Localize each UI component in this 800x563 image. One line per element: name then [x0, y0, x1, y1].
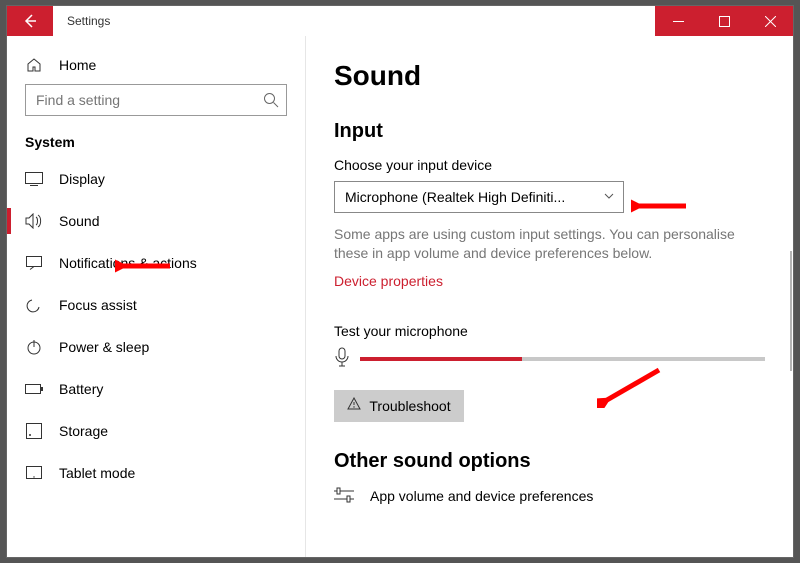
- close-button[interactable]: [747, 6, 793, 36]
- display-icon: [25, 170, 43, 188]
- sidebar-item-label: Sound: [59, 213, 99, 229]
- section-heading: System: [7, 130, 305, 158]
- sidebar-item-display[interactable]: Display: [7, 158, 305, 200]
- choose-input-label: Choose your input device: [334, 157, 765, 173]
- scrollbar[interactable]: [790, 251, 792, 371]
- mic-level-fill: [360, 357, 522, 361]
- mic-test-row: [334, 347, 765, 372]
- sliders-icon: [334, 487, 354, 506]
- settings-window: Settings Home: [6, 5, 794, 558]
- search-input[interactable]: [25, 84, 287, 116]
- home-icon: [25, 56, 43, 74]
- sidebar-item-notifications[interactable]: Notifications & actions: [7, 242, 305, 284]
- input-description: Some apps are using custom input setting…: [334, 225, 764, 263]
- input-device-select[interactable]: Microphone (Realtek High Definiti...: [334, 181, 624, 213]
- window-body: Home System Display Sound: [7, 36, 793, 557]
- sound-icon: [25, 212, 43, 230]
- maximize-button[interactable]: [701, 6, 747, 36]
- sidebar-item-power-sleep[interactable]: Power & sleep: [7, 326, 305, 368]
- sidebar-item-label: Battery: [59, 381, 103, 397]
- search-wrapper: [7, 84, 305, 130]
- chevron-down-icon: [603, 189, 615, 205]
- sidebar-item-tablet-mode[interactable]: Tablet mode: [7, 452, 305, 494]
- sidebar-item-label: Tablet mode: [59, 465, 135, 481]
- content-area: Sound Input Choose your input device Mic…: [306, 36, 793, 557]
- battery-icon: [25, 380, 43, 398]
- input-heading: Input: [334, 120, 765, 143]
- device-properties-link[interactable]: Device properties: [334, 273, 443, 289]
- page-title: Sound: [334, 60, 765, 92]
- notifications-icon: [25, 254, 43, 272]
- app-volume-option[interactable]: App volume and device preferences: [334, 487, 765, 506]
- sidebar-item-label: Storage: [59, 423, 108, 439]
- title-bar: Settings: [7, 6, 793, 36]
- focus-assist-icon: [25, 296, 43, 314]
- sidebar-item-sound[interactable]: Sound: [7, 200, 305, 242]
- troubleshoot-button[interactable]: Troubleshoot: [334, 390, 464, 422]
- warning-icon: [347, 397, 361, 414]
- microphone-icon: [334, 347, 350, 372]
- sidebar: Home System Display Sound: [7, 36, 305, 557]
- sidebar-item-battery[interactable]: Battery: [7, 368, 305, 410]
- sidebar-item-label: Focus assist: [59, 297, 137, 313]
- storage-icon: [25, 422, 43, 440]
- search-icon: [263, 92, 279, 113]
- close-icon: [765, 16, 776, 27]
- home-button[interactable]: Home: [7, 50, 305, 84]
- troubleshoot-label: Troubleshoot: [369, 398, 450, 414]
- sidebar-item-label: Power & sleep: [59, 339, 149, 355]
- sidebar-item-label: Display: [59, 171, 105, 187]
- tablet-icon: [25, 464, 43, 482]
- sidebar-item-label: Notifications & actions: [59, 255, 197, 271]
- nav-list: Display Sound Notifications & actions Fo…: [7, 158, 305, 494]
- power-icon: [25, 338, 43, 356]
- minimize-button[interactable]: [655, 6, 701, 36]
- test-mic-label: Test your microphone: [334, 323, 765, 339]
- sidebar-item-storage[interactable]: Storage: [7, 410, 305, 452]
- mic-level-track: [360, 357, 765, 361]
- arrow-left-icon: [22, 13, 38, 29]
- minimize-icon: [673, 16, 684, 27]
- home-label: Home: [59, 57, 96, 73]
- window-title: Settings: [53, 6, 124, 36]
- other-options-heading: Other sound options: [334, 450, 765, 473]
- selected-device-text: Microphone (Realtek High Definiti...: [345, 189, 565, 205]
- app-volume-label: App volume and device preferences: [370, 488, 593, 504]
- window-controls: [655, 6, 793, 36]
- maximize-icon: [719, 16, 730, 27]
- sidebar-item-focus-assist[interactable]: Focus assist: [7, 284, 305, 326]
- back-button[interactable]: [7, 6, 53, 36]
